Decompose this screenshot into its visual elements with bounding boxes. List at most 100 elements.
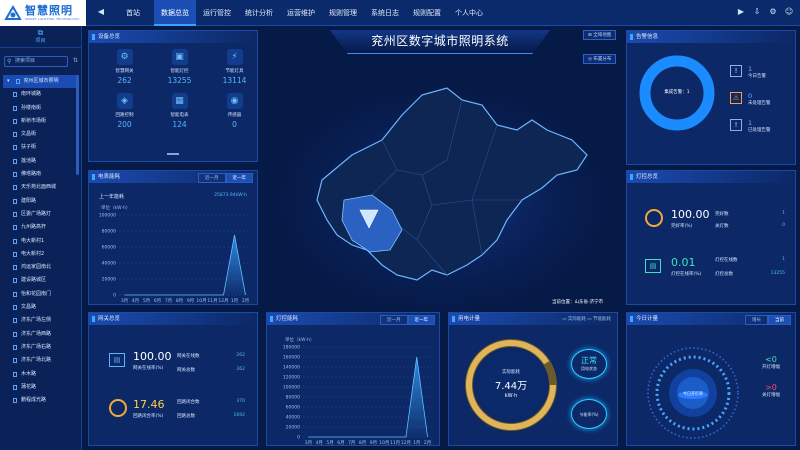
today-gauge — [647, 347, 739, 439]
file-icon — [13, 398, 17, 404]
nav-item-logs[interactable]: 系统日志 — [364, 0, 406, 26]
tree-item[interactable]: 蒲花路 — [3, 381, 77, 394]
tree-root[interactable]: ▾ 兖州区城市照明 — [3, 75, 77, 89]
lamp-energy-chart: 单位（kW·h） 0 20000 40000 60000 80000 100000 12000… — [283, 336, 433, 446]
today-tab-current[interactable]: 当前 — [768, 315, 791, 325]
tree-item-label: 新桥市场街 — [21, 117, 47, 124]
gateway-d-label: 回路总数 — [177, 414, 195, 419]
x-tick-label: 11月 — [390, 440, 400, 446]
tree-item[interactable]: 天乐苑北面西城 — [3, 181, 77, 194]
nav-item-control[interactable]: 运行管控 — [196, 0, 238, 26]
tree-item[interactable]: 建阳路 — [3, 195, 77, 208]
search-input[interactable]: ⚲ 搜索项目 — [4, 56, 68, 67]
logo[interactable]: 智慧照明 SMART LIGHTING TECHNOLOGY — [0, 0, 86, 26]
y-tick-label: 40000 — [102, 261, 116, 267]
tree-item[interactable]: 南环城路 — [3, 88, 77, 101]
tree-item[interactable]: 扶子街 — [3, 141, 77, 154]
energy-tab-year[interactable]: 近一年 — [225, 173, 253, 183]
tree-item[interactable]: 孙楼南街 — [3, 102, 77, 115]
smart-meter-icon: ▦ — [171, 93, 188, 109]
lamp-c-label: 灯控在线数 — [715, 258, 738, 263]
tree-item[interactable]: 鹏程成光路 — [3, 394, 77, 407]
alarm-row[interactable]: ! 1 今日告警 — [730, 65, 771, 92]
x-tick-label: 3月 — [121, 298, 128, 303]
lamp-d-value: 13255 — [770, 271, 785, 276]
tree-item[interactable]: 新桥市场街 — [3, 115, 77, 128]
tree-item[interactable]: 电大新村2 — [3, 248, 77, 261]
distribution-button[interactable]: ◎ 布置分布 — [583, 54, 617, 64]
sort-icon[interactable]: ⇅ — [73, 57, 78, 64]
file-icon — [13, 185, 17, 191]
energy-tab-month[interactable]: 近一月 — [198, 173, 226, 183]
usage-legend-saving: 节能能耗 — [593, 317, 611, 322]
x-tick-label: 1月 — [231, 298, 238, 303]
today-open-label: 开灯增幅 — [762, 365, 780, 370]
full-map-button[interactable]: ⊞ 全域地图 — [583, 30, 617, 40]
tree-item-label: 蒲花路 — [21, 383, 37, 390]
alarm-row[interactable]: ! 1 已处理告警 — [730, 119, 771, 146]
lamp-b-label: 关灯数 — [715, 224, 729, 229]
nav-item-home[interactable]: 首站 — [112, 0, 154, 26]
search-placeholder: 搜索项目 — [15, 58, 36, 64]
nav-item-profile[interactable]: 个人中心 — [448, 0, 490, 26]
settings-icon[interactable]: ⚙ — [768, 7, 778, 17]
tree-item[interactable]: 莲池路 — [3, 155, 77, 168]
tree-item[interactable]: 鸿运家园南北 — [3, 261, 77, 274]
tree-item[interactable]: 济东广场左侧 — [3, 314, 77, 327]
usage-status-badge: 正常 用电状态 — [571, 349, 607, 379]
nav-item-config[interactable]: 规则配置 — [406, 0, 448, 26]
tree-item-label: 建阳路 — [21, 197, 37, 204]
usage-panel: 用电计量 ▭ 实际能耗 ▭ 节能能耗 实际能耗 7.44万 kW·h 正常 用电… — [448, 312, 618, 446]
alarm-label: 已处理告警 — [748, 128, 771, 133]
info-icon: ! — [730, 119, 742, 131]
x-tick-label: 4月 — [316, 440, 323, 446]
tree-item[interactable]: 怡和花园南门 — [3, 288, 77, 301]
tree-item[interactable]: 济东广场西路 — [3, 328, 77, 341]
tree-item-label: 鸿运家园南北 — [21, 264, 52, 271]
today-tab-growth[interactable]: 增长 — [745, 315, 768, 325]
nav-item-maintenance[interactable]: 运营维护 — [280, 0, 322, 26]
device-stat: ◈ 回路控制 200 — [97, 93, 152, 129]
tree-item[interactable]: 九州路高杆 — [3, 221, 77, 234]
tree-item[interactable]: 建设路城区 — [3, 274, 77, 287]
sidebar-scrollbar[interactable] — [76, 75, 79, 175]
nav-prev-icon[interactable]: ◀ — [94, 5, 108, 19]
nav-item-overview[interactable]: 数据总览 — [154, 0, 196, 26]
brand-subtitle: SMART LIGHTING TECHNOLOGY — [25, 17, 80, 21]
file-icon — [13, 291, 17, 297]
x-tick-label: 2月 — [424, 440, 431, 446]
x-tick-label: 8月 — [176, 298, 183, 303]
tree-item[interactable]: 区委广场路灯 — [3, 208, 77, 221]
lamp-energy-tab-month[interactable]: 近一月 — [380, 315, 408, 325]
download-icon[interactable]: ⇩ — [752, 7, 762, 17]
nav-next-icon[interactable]: ▶ — [734, 5, 748, 19]
nav-item-rules[interactable]: 规则管理 — [322, 0, 364, 26]
tree-item[interactable]: 文昌路 — [3, 301, 77, 314]
tree-item[interactable]: 济东广场右路 — [3, 341, 77, 354]
carousel-indicator[interactable] — [167, 153, 179, 155]
tree-item[interactable]: 电大新村1 — [3, 235, 77, 248]
tree-item[interactable]: 文昌街 — [3, 128, 77, 141]
lamp-energy-tab-year[interactable]: 近一年 — [407, 315, 435, 325]
y-tick-label: 60000 — [102, 245, 116, 251]
energy-sub-value: 25873.94kW·h — [214, 193, 247, 198]
alarm-row[interactable]: ⚠ 0 未处理告警 — [730, 92, 771, 119]
sidebar-title: 项目 — [35, 38, 46, 44]
user-icon[interactable]: ☺ — [784, 7, 794, 17]
gateway-d-value: 1692 — [233, 413, 245, 418]
y-tick-label: 20000 — [286, 425, 300, 431]
tree-item[interactable]: 济东广场北路 — [3, 354, 77, 367]
file-icon — [13, 358, 17, 364]
tree-item[interactable]: 木木路 — [3, 368, 77, 381]
tree-item[interactable]: 佛塔路南 — [3, 168, 77, 181]
tree-item-label: 济东广场左侧 — [21, 317, 52, 324]
tree-item-label: 区委广场路灯 — [21, 210, 52, 217]
tree-item-label: 天乐苑北面西城 — [21, 184, 57, 191]
gateway-icon: ⚙ — [116, 49, 133, 65]
file-icon — [13, 158, 17, 164]
nav-item-stats[interactable]: 统计分析 — [238, 0, 280, 26]
sidebar-header[interactable]: ⧉ 项目 — [0, 26, 81, 48]
gateway-pct2-label: 回路闭合率(%) — [133, 414, 164, 419]
lamp-c-value: 1 — [782, 257, 785, 262]
region-map[interactable] — [282, 70, 602, 310]
